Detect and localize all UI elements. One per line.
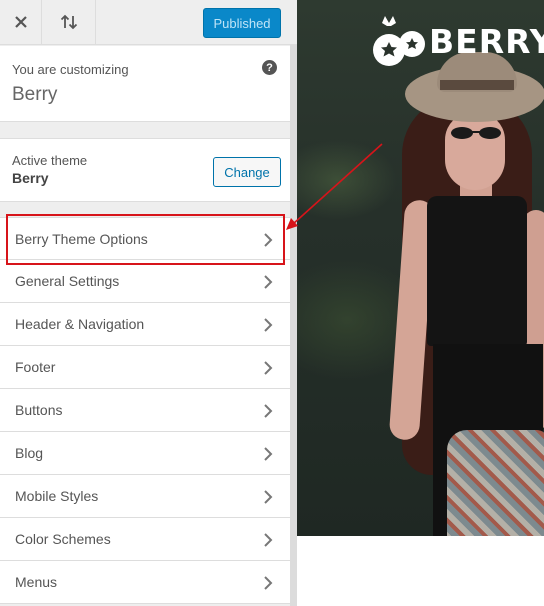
preview-photo-face [445, 112, 505, 190]
menu-item-color-schemes[interactable]: Color Schemes [0, 518, 290, 561]
chevron-right-icon [264, 404, 273, 418]
menu-item-label: Mobile Styles [15, 488, 99, 504]
chevron-right-icon [264, 318, 273, 332]
site-logo[interactable]: BERRY [371, 14, 544, 70]
menu-item-general-settings[interactable]: General Settings [0, 260, 290, 303]
menu-item-label: Header & Navigation [15, 316, 145, 332]
active-theme-section: Active theme Berry Change [0, 138, 290, 202]
chevron-right-icon [264, 533, 273, 547]
customizing-info: You are customizing Berry ? [0, 46, 290, 122]
menu-item-label: Buttons [15, 402, 63, 418]
menu-item-label: Footer [15, 359, 56, 375]
menu-item-buttons[interactable]: Buttons [0, 389, 290, 432]
panel-scrollbar[interactable] [290, 45, 297, 606]
preview-blank-area [297, 536, 544, 606]
arrows-up-down-icon [60, 14, 77, 30]
preview-photo-hat-band [440, 80, 514, 90]
close-button[interactable] [0, 0, 42, 44]
site-preview[interactable]: BERRY [297, 0, 544, 536]
site-title: Berry [12, 84, 58, 105]
close-icon [14, 16, 27, 28]
published-button[interactable]: Published [203, 8, 281, 38]
chevron-right-icon [264, 447, 273, 461]
preview-photo-bag [447, 430, 544, 536]
site-brand-text: BERRY [429, 22, 544, 61]
active-theme-label: Active theme [12, 153, 88, 168]
highlight-annotation-box [6, 214, 285, 265]
menu-item-mobile-styles[interactable]: Mobile Styles [0, 475, 290, 518]
menu-item-label: Blog [15, 445, 44, 461]
chevron-right-icon [264, 275, 273, 289]
menu-item-header-navigation[interactable]: Header & Navigation [0, 303, 290, 346]
active-theme-name: Berry [12, 170, 49, 186]
customizing-label: You are customizing [12, 62, 129, 77]
menu-item-menus[interactable]: Menus [0, 561, 290, 604]
help-icon[interactable]: ? [262, 60, 277, 75]
customizer-menu: Berry Theme Options General Settings Hea… [0, 217, 290, 604]
berry-logo-icon [373, 16, 425, 66]
customizer-header: Published [0, 0, 297, 45]
menu-item-label: Menus [15, 574, 58, 590]
preview-photo-sunglasses [451, 127, 501, 139]
menu-item-label: General Settings [15, 273, 120, 289]
menu-item-blog[interactable]: Blog [0, 432, 290, 475]
chevron-right-icon [264, 361, 273, 375]
preview-photo-top [427, 196, 527, 346]
menu-item-label: Color Schemes [15, 531, 111, 547]
change-theme-button[interactable]: Change [213, 157, 281, 187]
customizer-panel: Published You are customizing Berry ? Ac… [0, 0, 297, 606]
menu-item-footer[interactable]: Footer [0, 346, 290, 389]
chevron-right-icon [264, 490, 273, 504]
reorder-button[interactable] [42, 0, 96, 44]
chevron-right-icon [264, 576, 273, 590]
